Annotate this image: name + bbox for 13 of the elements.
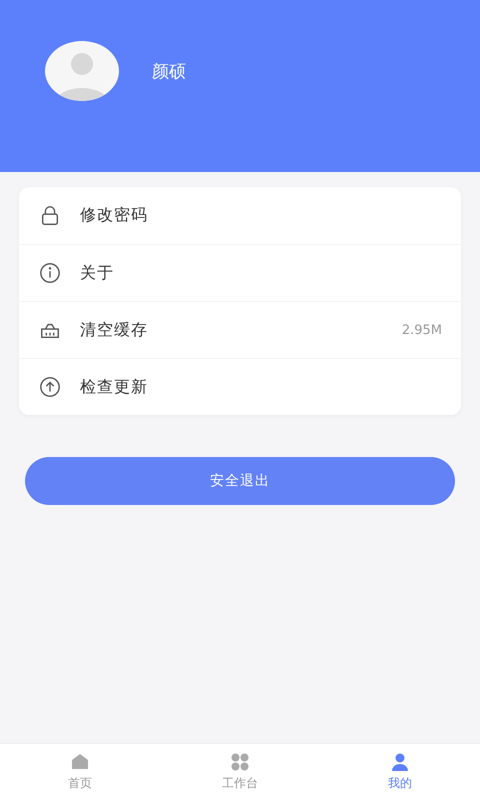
upload-icon: [39, 376, 61, 398]
grid-icon: [230, 752, 250, 772]
menu-item[interactable]: 修改密码: [19, 187, 461, 244]
user-name: 颜硕: [152, 60, 186, 82]
menu-item[interactable]: 关于: [19, 244, 461, 301]
tab[interactable]: 我的: [320, 744, 480, 800]
home-icon: [70, 752, 90, 772]
lock-icon: [39, 204, 61, 226]
person-icon: [390, 752, 410, 772]
menu-item[interactable]: 检查更新: [19, 358, 461, 415]
menu-item[interactable]: 清空缓存 2.95M: [19, 301, 461, 358]
info-icon: [39, 262, 61, 284]
cache-size: 2.95M: [402, 322, 442, 338]
